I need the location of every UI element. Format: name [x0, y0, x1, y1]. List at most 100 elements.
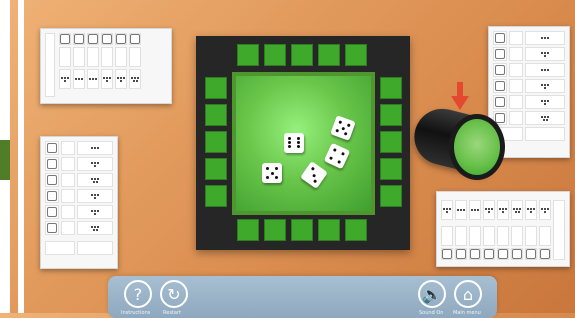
- card-cell: [61, 221, 75, 235]
- card-cell: [73, 69, 85, 89]
- card-cell: [493, 79, 507, 93]
- card-cell: [115, 33, 127, 45]
- score-card-left: [40, 136, 118, 269]
- card-cell: [525, 111, 565, 125]
- die-icon: [495, 33, 505, 43]
- card-cell: [525, 127, 565, 141]
- card-cell: [441, 226, 453, 246]
- card-cell: [59, 33, 71, 45]
- dice-cup-mouth[interactable]: [449, 114, 505, 180]
- board-slot[interactable]: [264, 44, 286, 66]
- board-slot[interactable]: [205, 158, 227, 180]
- help-button[interactable]: ?: [124, 280, 152, 308]
- sound-button[interactable]: 🔈: [418, 280, 446, 308]
- board-slot[interactable]: [345, 219, 367, 241]
- die[interactable]: [284, 133, 304, 153]
- card-cell: [455, 200, 467, 220]
- die-icon: [484, 249, 494, 259]
- pips-icon: [498, 207, 508, 213]
- home-label: Main menu: [453, 310, 481, 316]
- die-icon: [498, 249, 508, 259]
- card-cell: [77, 141, 113, 155]
- card-cell: [553, 200, 565, 260]
- pips-icon: [484, 207, 494, 213]
- card-cell: [509, 111, 523, 125]
- restart-button[interactable]: ↻: [160, 280, 188, 308]
- card-cell: [483, 226, 495, 246]
- card-cell: [509, 95, 523, 109]
- pips-icon: [74, 78, 84, 80]
- home-button[interactable]: ⌂: [454, 280, 482, 308]
- card-cell: [511, 200, 523, 220]
- die-icon: [47, 223, 57, 233]
- card-cell: [469, 200, 481, 220]
- card-cell: [45, 141, 59, 155]
- board-slot[interactable]: [205, 77, 227, 99]
- die-icon: [47, 191, 57, 201]
- die-icon: [495, 113, 505, 123]
- pips-icon: [90, 147, 100, 149]
- card-cell: [511, 248, 523, 260]
- board-slot[interactable]: [380, 158, 402, 180]
- pips-icon: [90, 193, 100, 199]
- board-slot[interactable]: [264, 219, 286, 241]
- die-icon: [495, 49, 505, 59]
- board-slot[interactable]: [380, 104, 402, 126]
- pips-icon: [60, 76, 70, 82]
- score-card-bottom-right: [436, 191, 570, 267]
- board-slot[interactable]: [318, 44, 340, 66]
- card-cell: [539, 248, 551, 260]
- die-icon: [116, 34, 126, 44]
- card-cell: [61, 189, 75, 203]
- help-label: Instructions: [121, 310, 151, 316]
- board-slot[interactable]: [345, 44, 367, 66]
- pips-icon: [540, 99, 550, 105]
- die-icon: [74, 34, 84, 44]
- card-cell: [77, 205, 113, 219]
- die-icon: [102, 34, 112, 44]
- pips-icon: [540, 207, 550, 213]
- card-cell: [59, 69, 71, 89]
- board-slot[interactable]: [205, 185, 227, 207]
- pips-icon: [90, 225, 100, 231]
- card-cell: [45, 173, 59, 187]
- die-icon: [495, 65, 505, 75]
- card-cell: [493, 63, 507, 77]
- card-cell: [455, 248, 467, 260]
- die[interactable]: [262, 163, 282, 183]
- board-slot[interactable]: [380, 131, 402, 153]
- die-icon: [47, 175, 57, 185]
- card-cell: [101, 69, 113, 89]
- die-icon: [88, 34, 98, 44]
- card-cell: [87, 69, 99, 89]
- pips-icon: [540, 69, 550, 71]
- card-cell: [441, 200, 453, 220]
- board-slot[interactable]: [291, 44, 313, 66]
- restart-label: Restart: [163, 310, 181, 316]
- pips-icon: [102, 76, 112, 82]
- board-slot[interactable]: [205, 131, 227, 153]
- score-card-top-left: [40, 28, 172, 104]
- card-cell: [509, 63, 523, 77]
- board-slot[interactable]: [237, 44, 259, 66]
- pips-icon: [512, 207, 522, 213]
- pips-icon: [88, 78, 98, 80]
- pips-icon: [456, 209, 466, 211]
- board-slot[interactable]: [380, 185, 402, 207]
- card-cell: [87, 47, 99, 67]
- card-cell: [525, 200, 537, 220]
- pips-icon: [130, 76, 140, 82]
- board-slot[interactable]: [380, 77, 402, 99]
- card-cell: [115, 47, 127, 67]
- pips-icon: [526, 207, 536, 213]
- card-cell: [77, 173, 113, 187]
- board-slot[interactable]: [291, 219, 313, 241]
- pips-icon: [90, 161, 100, 167]
- die-icon: [495, 81, 505, 91]
- card-cell: [493, 95, 507, 109]
- board-slot[interactable]: [318, 219, 340, 241]
- card-cell: [525, 31, 565, 45]
- board-slot[interactable]: [237, 219, 259, 241]
- die-icon: [456, 249, 466, 259]
- board-slot[interactable]: [205, 104, 227, 126]
